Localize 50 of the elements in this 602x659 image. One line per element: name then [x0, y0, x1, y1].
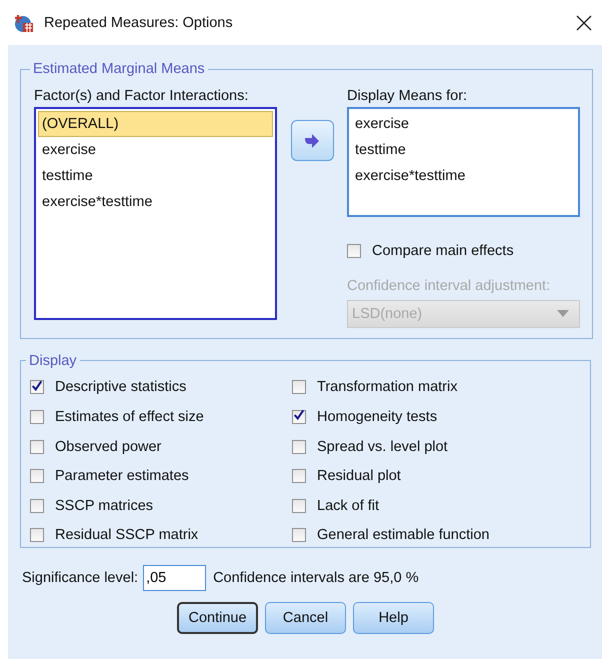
group-title: Estimated Marginal Means — [32, 61, 206, 77]
checkbox-label: Residual SSCP matrix — [55, 527, 198, 544]
checkbox-label: Residual plot — [317, 468, 401, 484]
list-item[interactable]: testtime — [38, 163, 273, 189]
list-item[interactable]: testtime — [351, 137, 576, 163]
checkbox[interactable] — [292, 440, 306, 454]
field-label: Significance level: — [22, 570, 138, 586]
dialog-button[interactable]: Help — [353, 602, 434, 634]
list-label: Display Means for: — [347, 87, 468, 106]
checkbox[interactable] — [292, 410, 306, 424]
checkbox[interactable] — [292, 528, 306, 542]
checkbox-label: General estimable function — [317, 527, 490, 544]
checkbox-label: SSCP matrices — [55, 498, 154, 514]
move-button[interactable] — [290, 120, 334, 161]
checkbox[interactable] — [30, 410, 44, 424]
dropdown-label: Confidence interval adjustment: — [347, 276, 552, 296]
checkbox[interactable] — [30, 440, 44, 454]
list-item[interactable]: exercise — [351, 111, 576, 137]
checkbox[interactable] — [347, 244, 361, 258]
dialog-button[interactable]: Cancel — [265, 602, 346, 634]
checkbox-label: Compare main effects — [372, 242, 514, 259]
checkbox[interactable] — [292, 380, 306, 394]
arrow-icon — [304, 134, 320, 148]
group-title: Display — [28, 352, 78, 369]
caret-icon — [557, 310, 569, 318]
checkbox-label: Lack of fit — [317, 498, 380, 514]
checkbox[interactable] — [30, 498, 44, 513]
window-title: Repeated Measures: Options — [44, 14, 234, 30]
checkbox[interactable] — [30, 469, 44, 484]
app-icon — [14, 12, 34, 32]
dialog-button[interactable]: Continue — [177, 602, 258, 634]
checkbox[interactable] — [292, 469, 306, 484]
confidence-note: Confidence intervals are 95,0 % — [213, 570, 419, 586]
significance-field[interactable]: ,05 — [143, 564, 206, 591]
list-item[interactable]: (OVERALL) — [38, 111, 273, 137]
list-item[interactable]: exercise*testtime — [38, 189, 273, 215]
checkbox-label: Transformation matrix — [317, 379, 458, 396]
checkbox-label: Observed power — [55, 438, 162, 455]
list-label: Factor(s) and Factor Interactions: — [34, 87, 250, 106]
list-item[interactable]: exercise*testtime — [351, 163, 576, 189]
checkbox[interactable] — [292, 498, 306, 513]
list-item[interactable]: exercise — [38, 137, 273, 163]
checkbox-label: Spread vs. level plot — [317, 438, 448, 455]
checkbox-label: Parameter estimates — [55, 468, 189, 484]
checkbox-label: Homogeneity tests — [317, 408, 438, 425]
checkbox-label: Estimates of effect size — [55, 408, 204, 425]
checkbox[interactable] — [30, 380, 44, 394]
checkbox[interactable] — [30, 528, 44, 542]
close-icon[interactable] — [576, 14, 592, 30]
checkbox-label: Descriptive statistics — [55, 379, 186, 396]
